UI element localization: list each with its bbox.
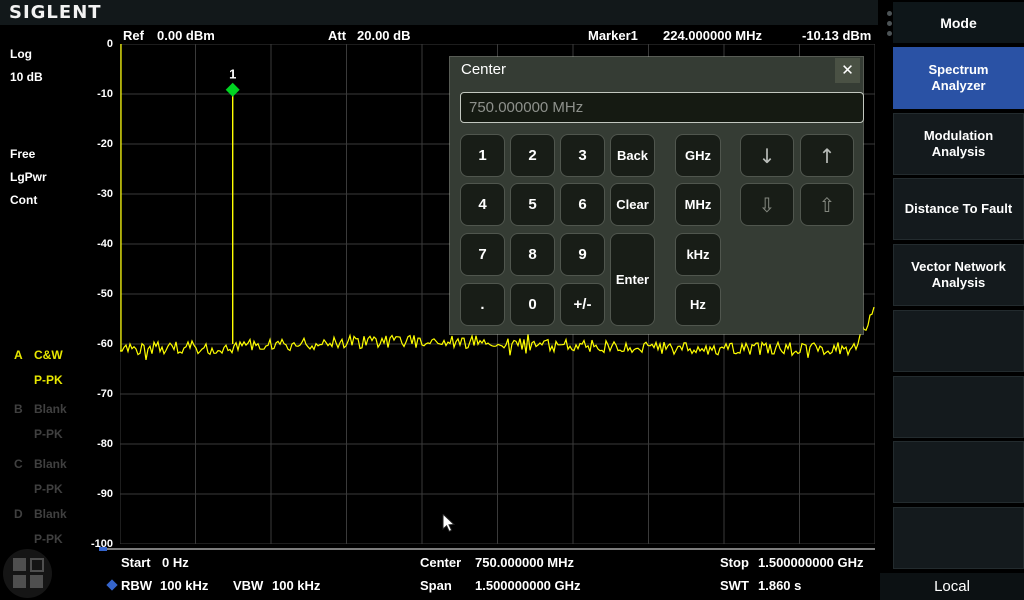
- frequency-input[interactable]: [460, 92, 864, 123]
- trace-a-type: C&W: [34, 348, 63, 362]
- trace-a-detector: P-PK: [34, 373, 63, 387]
- handle-dot-icon: [887, 21, 892, 26]
- key-3[interactable]: 3: [560, 134, 605, 177]
- local-button[interactable]: Local: [880, 573, 1024, 600]
- sweep-mode-label: Cont: [10, 193, 37, 207]
- key-dot[interactable]: .: [460, 283, 505, 326]
- start-freq-label: Start: [121, 555, 151, 570]
- y-axis-label: -40: [58, 238, 113, 250]
- mode-menu-sidebar: Mode Spectrum Analyzer Modulation Analys…: [878, 0, 1024, 600]
- trace-b-id: B: [14, 402, 23, 416]
- trigger-label: Free: [10, 147, 35, 161]
- y-axis-label: -20: [58, 138, 113, 150]
- mode-distance-to-fault-button[interactable]: Distance To Fault: [893, 178, 1024, 240]
- key-unit-ghz[interactable]: GHz: [675, 134, 721, 177]
- mode-menu-header: Mode: [893, 2, 1024, 43]
- key-5[interactable]: 5: [510, 183, 555, 226]
- trace-d-type: Blank: [34, 507, 67, 521]
- handle-dot-icon: [887, 11, 892, 16]
- arrow-up-outline-icon[interactable]: ⇧: [800, 183, 854, 226]
- dialog-title: Center: [461, 61, 506, 78]
- center-frequency-dialog: Center ✕ 1 2 3 Back GHz ↓ ↑ 4 5 6 Clear …: [450, 57, 863, 334]
- grid-square-icon: [13, 575, 26, 588]
- key-2[interactable]: 2: [510, 134, 555, 177]
- key-unit-khz[interactable]: kHz: [675, 233, 721, 276]
- key-1[interactable]: 1: [460, 134, 505, 177]
- y-axis-label: -30: [58, 188, 113, 200]
- key-enter[interactable]: Enter: [610, 233, 655, 326]
- rbw-coupled-icon: [106, 579, 117, 590]
- y-axis-label: -70: [58, 388, 113, 400]
- vbw-label: VBW: [233, 578, 263, 593]
- rbw-value: 100 kHz: [160, 578, 208, 593]
- arrow-down-outline-icon[interactable]: ⇩: [740, 183, 794, 226]
- key-unit-mhz[interactable]: MHz: [675, 183, 721, 226]
- ref-level-label: Ref: [123, 28, 144, 44]
- key-back[interactable]: Back: [610, 134, 655, 177]
- softkey-blank-button[interactable]: [893, 507, 1024, 569]
- mode-vector-network-analysis-button[interactable]: Vector Network Analysis: [893, 244, 1024, 306]
- scale-type-label: Log: [10, 47, 32, 61]
- span-label: Span: [420, 578, 452, 593]
- mode-modulation-analysis-button[interactable]: Modulation Analysis: [893, 113, 1024, 175]
- center-freq-label: Center: [420, 555, 461, 570]
- trace-b-type: Blank: [34, 402, 67, 416]
- grid-square-icon: [13, 558, 26, 571]
- close-icon[interactable]: ✕: [835, 58, 860, 83]
- span-value: 1.500000000 GHz: [475, 578, 581, 593]
- key-8[interactable]: 8: [510, 233, 555, 276]
- mode-spectrum-analyzer-button[interactable]: Spectrum Analyzer: [893, 47, 1024, 109]
- detector-label: LgPwr: [10, 170, 47, 184]
- key-4[interactable]: 4: [460, 183, 505, 226]
- sweep-time-value: 1.860 s: [758, 578, 801, 593]
- home-menu-icon[interactable]: [3, 549, 52, 598]
- key-plusminus[interactable]: +/-: [560, 283, 605, 326]
- marker-amplitude: -10.13 dBm: [802, 28, 871, 44]
- ref-level-value: 0.00 dBm: [157, 28, 215, 44]
- separator-tick: [99, 547, 107, 551]
- softkey-blank-button[interactable]: [893, 376, 1024, 438]
- attenuation-value: 20.00 dB: [357, 28, 410, 44]
- trace-c-type: Blank: [34, 457, 67, 471]
- svg-text:1: 1: [229, 67, 236, 82]
- center-freq-value: 750.000000 MHz: [475, 555, 574, 570]
- marker-label: Marker1: [588, 28, 638, 44]
- arrow-down-icon[interactable]: ↓: [740, 134, 794, 177]
- key-7[interactable]: 7: [460, 233, 505, 276]
- siglent-logo: SIGLENT: [9, 2, 102, 23]
- y-axis-label: -80: [58, 438, 113, 450]
- y-axis-label: 0: [58, 38, 113, 50]
- separator-line: [107, 548, 875, 550]
- arrow-up-icon[interactable]: ↑: [800, 134, 854, 177]
- scale-div-label: 10 dB: [10, 70, 43, 84]
- key-0[interactable]: 0: [510, 283, 555, 326]
- top-logo-bar: SIGLENT: [0, 0, 1024, 25]
- vbw-value: 100 kHz: [272, 578, 320, 593]
- sweep-time-label: SWT: [720, 578, 749, 593]
- softkey-blank-button[interactable]: [893, 441, 1024, 503]
- trace-a-id: A: [14, 348, 23, 362]
- y-axis-label: -90: [58, 488, 113, 500]
- key-clear[interactable]: Clear: [610, 183, 655, 226]
- key-9[interactable]: 9: [560, 233, 605, 276]
- marker-frequency: 224.000000 MHz: [663, 28, 762, 44]
- key-unit-hz[interactable]: Hz: [675, 283, 721, 326]
- start-freq-value: 0 Hz: [162, 555, 189, 570]
- grid-square-outline-icon: [30, 558, 44, 572]
- trace-d-id: D: [14, 507, 23, 521]
- y-axis-label: -60: [58, 338, 113, 350]
- attenuation-label: Att: [328, 28, 346, 44]
- rbw-label: RBW: [121, 578, 152, 593]
- key-6[interactable]: 6: [560, 183, 605, 226]
- stop-freq-value: 1.500000000 GHz: [758, 555, 864, 570]
- handle-dot-icon: [887, 31, 892, 36]
- stop-freq-label: Stop: [720, 555, 749, 570]
- y-axis-label: -10: [58, 88, 113, 100]
- y-axis-label: -50: [58, 288, 113, 300]
- trace-c-id: C: [14, 457, 23, 471]
- softkey-blank-button[interactable]: [893, 310, 1024, 372]
- grid-square-icon: [30, 575, 43, 588]
